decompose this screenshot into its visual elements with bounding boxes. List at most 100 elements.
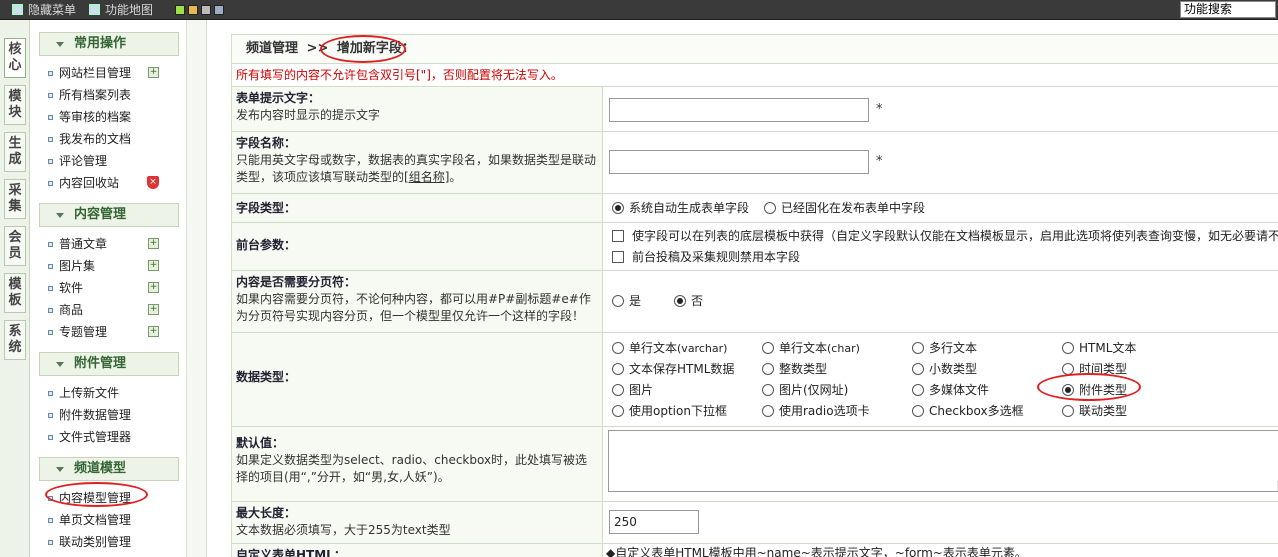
add-icon[interactable]: +	[148, 260, 159, 271]
field-type-auto-option[interactable]: 系统自动生成表单字段	[612, 199, 749, 217]
sidebar-group-channel-model[interactable]: 频道模型	[39, 457, 179, 481]
sidebar-item-label: 我发布的文档	[59, 132, 132, 146]
radio-unchecked[interactable]	[612, 342, 624, 354]
field-name-input[interactable]	[609, 150, 869, 174]
field-label-cell: 数据类型：	[232, 333, 603, 426]
sidebar-item-column-manage[interactable]: 网站栏目管理 +	[48, 64, 173, 82]
add-icon[interactable]: +	[148, 238, 159, 249]
sidebar-item-comments[interactable]: 评论管理	[48, 152, 173, 170]
datatype-varchar[interactable]: 单行文本(varchar)	[612, 339, 727, 358]
bullet-icon	[48, 330, 53, 335]
site-map-button[interactable]: 功能地图	[89, 2, 153, 18]
radio-checked[interactable]	[612, 202, 624, 214]
tab-template[interactable]: 模板	[4, 273, 26, 313]
shield-icon[interactable]: ×	[147, 176, 159, 189]
datatype-char[interactable]: 单行文本(char)	[762, 339, 860, 358]
add-icon[interactable]: +	[148, 326, 159, 337]
radio-unchecked[interactable]	[1062, 342, 1074, 354]
max-length-input[interactable]: 250	[609, 510, 699, 534]
sidebar-item-upload[interactable]: 上传新文件	[48, 384, 173, 402]
datatype-html[interactable]: HTML文本	[1062, 339, 1136, 357]
checkbox[interactable]	[612, 251, 624, 263]
sidebar-item-single-page[interactable]: 单页文档管理	[48, 511, 173, 529]
function-search-input[interactable]: 功能搜索	[1180, 1, 1276, 18]
tab-system[interactable]: 系统	[4, 320, 26, 360]
skin-gray-icon[interactable]	[201, 5, 211, 15]
sidebar-item-recycle[interactable]: 内容回收站 ×	[48, 174, 173, 192]
sidebar-item-all-archives[interactable]: 所有档案列表	[48, 86, 173, 104]
sidebar-item-pending[interactable]: 等审核的档案	[48, 108, 173, 126]
sidebar-item-goods[interactable]: 商品 +	[48, 301, 173, 319]
hide-menu-button[interactable]: 隐藏菜单	[12, 2, 76, 18]
field-type-fixed-option[interactable]: 已经固化在发布表单中字段	[764, 199, 925, 217]
datatype-select[interactable]: 使用option下拉框	[612, 402, 727, 420]
radio-unchecked[interactable]	[612, 405, 624, 417]
radio-unchecked[interactable]	[912, 363, 924, 375]
skin-orange-icon[interactable]	[188, 5, 198, 15]
radio-checked[interactable]	[674, 295, 686, 307]
datatype-image-url[interactable]: 图片(仅网址)	[762, 381, 848, 399]
add-icon[interactable]: +	[148, 67, 159, 78]
radio-unchecked[interactable]	[1062, 405, 1074, 417]
tab-module[interactable]: 模块	[4, 85, 26, 125]
datatype-image[interactable]: 图片	[612, 381, 653, 399]
sidebar-item-software[interactable]: 软件 +	[48, 279, 173, 297]
tab-collect[interactable]: 采集	[4, 179, 26, 219]
radio-unchecked[interactable]	[764, 202, 776, 214]
tab-core[interactable]: 核心	[4, 38, 26, 78]
add-icon[interactable]: +	[148, 282, 159, 293]
form-row-custom-html: 自定义表单HTML： ◆自定义表单HTML模板中用~name~表示提示文字，~f…	[231, 544, 1278, 557]
datatype-multiline[interactable]: 多行文本	[912, 339, 977, 357]
datatype-int[interactable]: 整数类型	[762, 360, 827, 378]
sidebar-splitter[interactable]	[187, 20, 207, 557]
bullet-icon	[48, 435, 53, 440]
prompt-text-input[interactable]	[609, 98, 869, 122]
paging-yes-option[interactable]: 是	[612, 292, 641, 310]
sidebar: 常用操作 网站栏目管理 + 所有档案列表 等审核的档案 我发布的文档 评论管理 内…	[30, 20, 187, 557]
radio-unchecked[interactable]	[912, 384, 924, 396]
sidebar-item-file-manager[interactable]: 文件式管理器	[48, 428, 173, 446]
sidebar-item-images[interactable]: 图片集 +	[48, 257, 173, 275]
datatype-media[interactable]: 多媒体文件	[912, 381, 989, 399]
warning-text: 所有填写的内容不允许包含双引号["]，否则配置将无法写入。	[231, 64, 1278, 87]
radio-unchecked[interactable]	[612, 363, 624, 375]
sidebar-item-my-docs[interactable]: 我发布的文档	[48, 130, 173, 148]
sidebar-group-content[interactable]: 内容管理	[39, 203, 179, 227]
add-icon[interactable]: +	[148, 304, 159, 315]
sidebar-item-linkage[interactable]: 联动类别管理	[48, 533, 173, 551]
sidebar-group-attachments[interactable]: 附件管理	[39, 352, 179, 376]
radio-unchecked[interactable]	[912, 342, 924, 354]
paging-no-option[interactable]: 否	[674, 292, 703, 310]
radio-unchecked[interactable]	[762, 384, 774, 396]
sidebar-item-topics[interactable]: 专题管理 +	[48, 323, 173, 341]
option-label: 使用option下拉框	[629, 404, 727, 418]
skin-green-icon[interactable]	[175, 5, 185, 15]
radio-unchecked[interactable]	[762, 405, 774, 417]
list-query-option[interactable]: 使字段可以在列表的底层模板中获得（自定义字段默认仅能在文档模板显示，启用此选项将…	[612, 227, 1278, 245]
datatype-float[interactable]: 小数类型	[912, 360, 977, 378]
sidebar-item-attach-data[interactable]: 附件数据管理	[48, 406, 173, 424]
radio-unchecked[interactable]	[612, 384, 624, 396]
tab-generate[interactable]: 生成	[4, 132, 26, 172]
checkbox[interactable]	[612, 230, 624, 242]
sidebar-item-article[interactable]: 普通文章 +	[48, 235, 173, 253]
datatype-text-html[interactable]: 文本保存HTML数据	[612, 360, 734, 378]
disable-submit-option[interactable]: 前台投稿及采集规则禁用本字段	[612, 248, 800, 266]
datatype-linkage[interactable]: 联动类型	[1062, 402, 1127, 420]
radio-unchecked[interactable]	[912, 405, 924, 417]
radio-unchecked[interactable]	[612, 295, 624, 307]
bullet-icon	[48, 413, 53, 418]
option-label: 使用radio选项卡	[779, 404, 870, 418]
default-value-textarea[interactable]	[608, 430, 1278, 492]
sidebar-group-common[interactable]: 常用操作	[39, 32, 179, 56]
radio-unchecked[interactable]	[762, 363, 774, 375]
radio-unchecked[interactable]	[762, 342, 774, 354]
skin-blue-icon[interactable]	[214, 5, 224, 15]
option-label: 小数类型	[929, 362, 978, 376]
field-value-cell: *	[604, 132, 1278, 193]
breadcrumb-root[interactable]: 频道管理	[246, 41, 298, 56]
field-label: 最大长度：	[236, 506, 297, 520]
tab-member[interactable]: 会员	[4, 226, 26, 266]
datatype-radio[interactable]: 使用radio选项卡	[762, 402, 870, 420]
datatype-checkbox[interactable]: Checkbox多选框	[912, 402, 1024, 420]
